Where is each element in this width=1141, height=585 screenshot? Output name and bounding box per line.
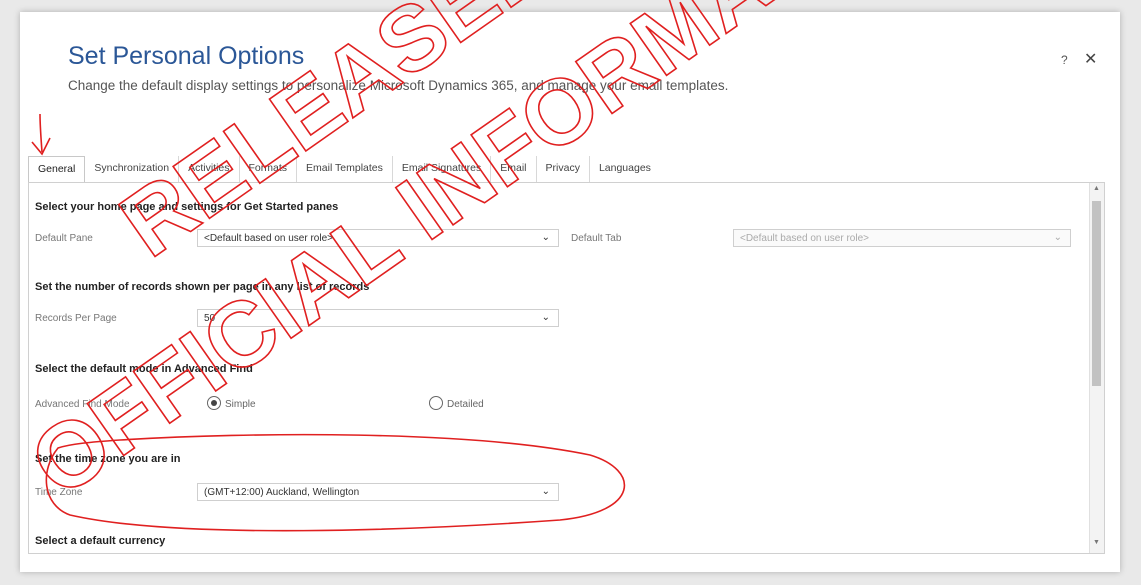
scroll-up-icon[interactable]: ▲	[1093, 185, 1100, 192]
tab-general[interactable]: General	[28, 156, 86, 184]
currency-section-title: Select a default currency	[35, 535, 166, 547]
tab-activities[interactable]: Activities	[179, 156, 240, 182]
tab-synchronization[interactable]: Synchronization	[85, 156, 180, 182]
detailed-radio-label: Detailed	[447, 399, 484, 410]
default-tab-value: <Default based on user role>	[740, 233, 869, 244]
tab-email-signatures[interactable]: Email Signatures	[393, 156, 492, 182]
default-tab-label: Default Tab	[571, 233, 622, 244]
home-section-title: Select your home page and settings for G…	[35, 201, 339, 213]
records-per-page-label: Records Per Page	[35, 313, 117, 324]
red-arrow-icon	[31, 113, 51, 156]
records-per-page-select[interactable]: 50 ⌄	[197, 309, 559, 327]
records-per-page-value: 50	[204, 313, 216, 324]
default-pane-select[interactable]: <Default based on user role> ⌄	[197, 229, 559, 247]
simple-radio[interactable]	[207, 396, 221, 410]
tab-email-templates[interactable]: Email Templates	[297, 156, 393, 182]
detailed-radio[interactable]	[429, 396, 443, 410]
chevron-down-icon: ⌄	[541, 232, 550, 243]
tab-email[interactable]: Email	[491, 156, 537, 182]
default-tab-select[interactable]: <Default based on user role> ⌄	[733, 229, 1071, 247]
advanced-find-section-title: Select the default mode in Advanced Find	[35, 363, 253, 375]
options-tab-bar: General Synchronization Activities Forma…	[28, 156, 810, 184]
general-tab-panel: Select your home page and settings for G…	[28, 182, 1105, 554]
tab-languages[interactable]: Languages	[590, 156, 660, 182]
chevron-down-icon: ⌄	[541, 312, 550, 323]
panel-scrollbar[interactable]: ▲ ▼	[1089, 183, 1104, 553]
records-section-title: Set the number of records shown per page…	[35, 281, 370, 293]
timezone-section-title: Set the time zone you are in	[35, 453, 181, 465]
dialog-subtitle: Change the default display settings to p…	[68, 78, 729, 93]
close-button[interactable]: ✕	[1084, 49, 1097, 69]
scroll-down-icon[interactable]: ▼	[1093, 539, 1100, 546]
chevron-down-icon: ⌄	[1053, 232, 1062, 243]
simple-radio-label: Simple	[225, 399, 256, 410]
default-pane-value: <Default based on user role>	[204, 233, 333, 244]
scroll-thumb[interactable]	[1092, 201, 1101, 386]
default-pane-label: Default Pane	[35, 233, 93, 244]
timezone-value: (GMT+12:00) Auckland, Wellington	[204, 487, 360, 498]
timezone-select[interactable]: (GMT+12:00) Auckland, Wellington ⌄	[197, 483, 559, 501]
chevron-down-icon: ⌄	[541, 486, 550, 497]
tab-privacy[interactable]: Privacy	[537, 156, 590, 182]
tab-formats[interactable]: Formats	[240, 156, 298, 182]
advanced-find-mode-label: Advanced Find Mode	[35, 399, 130, 410]
help-button[interactable]: ?	[1061, 53, 1068, 67]
timezone-label: Time Zone	[35, 487, 83, 498]
dialog-title: Set Personal Options	[68, 42, 305, 70]
